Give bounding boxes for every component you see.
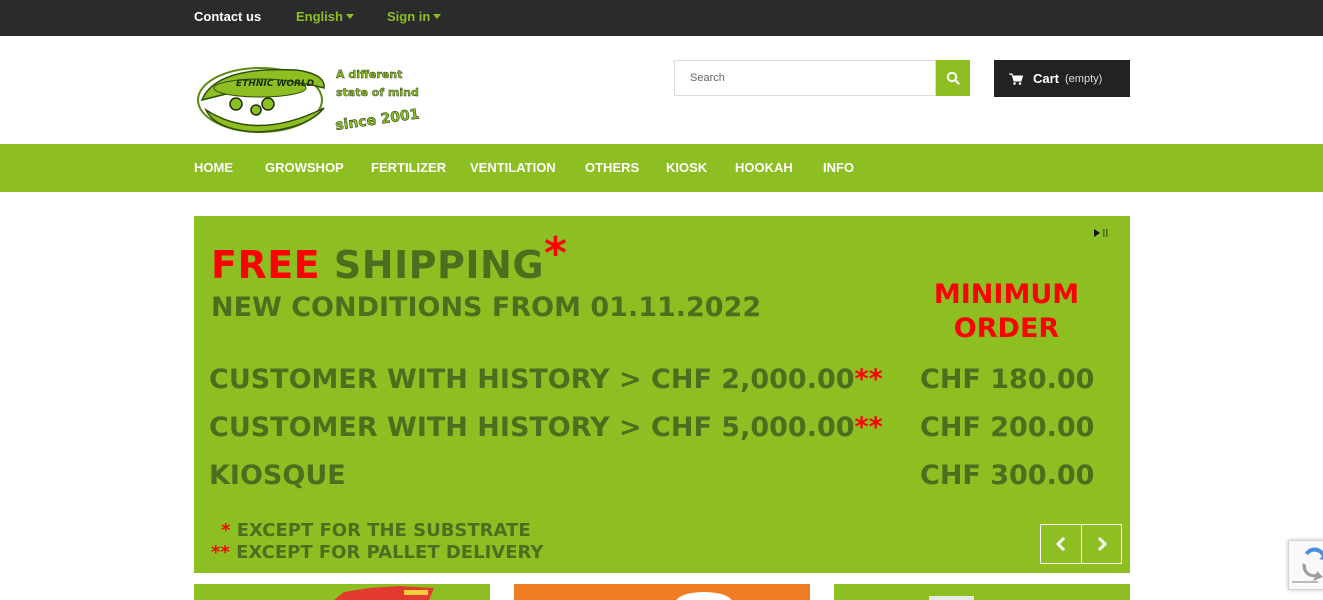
slide-shipping-text: SHIPPING bbox=[333, 243, 545, 287]
product-tile[interactable] bbox=[514, 584, 810, 600]
slide-row-2: CUSTOMER WITH HISTORY > CHF 5,000.00** bbox=[209, 412, 883, 443]
nav-item-growshop[interactable]: GROWSHOP bbox=[265, 144, 344, 192]
recaptcha-badge[interactable] bbox=[1288, 540, 1323, 590]
slide-row-price: CHF 180.00 bbox=[920, 364, 1095, 395]
slide-row-mark: ** bbox=[854, 364, 883, 395]
logo-brand-text: ETHNIC WORLD bbox=[236, 79, 315, 89]
nav-item-others[interactable]: OTHERS bbox=[585, 144, 639, 192]
site-logo[interactable]: ETHNIC WORLD A different state of mind s… bbox=[196, 60, 436, 140]
product-image bbox=[676, 592, 732, 600]
recaptcha-icon bbox=[1292, 547, 1323, 583]
slide-row-price: CHF 200.00 bbox=[920, 412, 1095, 443]
footnote-text: EXCEPT FOR PALLET DELIVERY bbox=[236, 542, 544, 563]
minimum-line-1: MINIMUM bbox=[933, 279, 1080, 310]
nav-item-home[interactable]: HOME bbox=[194, 144, 233, 192]
search-bar bbox=[674, 60, 970, 96]
minimum-line-2: ORDER bbox=[953, 313, 1060, 344]
slide-headline-asterisk: * bbox=[544, 228, 568, 279]
product-tile[interactable] bbox=[194, 584, 490, 600]
product-image bbox=[929, 596, 974, 600]
search-icon bbox=[946, 71, 960, 85]
contact-us-link[interactable]: Contact us bbox=[194, 0, 261, 36]
nav-item-kiosk[interactable]: KIOSK bbox=[666, 144, 707, 192]
slide-headline: FREE SHIPPING* bbox=[211, 228, 568, 289]
search-input[interactable] bbox=[674, 60, 936, 96]
logo-tagline-1: A different bbox=[336, 68, 402, 81]
slide-free-text: FREE bbox=[211, 243, 321, 287]
main-nav: HOME GROWSHOP FERTILIZER VENTILATION OTH… bbox=[0, 144, 1323, 192]
chevron-right-icon bbox=[1097, 536, 1107, 552]
top-bar: Contact us English Sign in bbox=[0, 0, 1323, 36]
slider-next-button[interactable] bbox=[1081, 525, 1121, 563]
language-label: English bbox=[296, 9, 343, 24]
logo-tagline-2: state of mind bbox=[336, 86, 419, 99]
cart-status: (empty) bbox=[1065, 72, 1103, 85]
slide-row-label: CUSTOMER WITH HISTORY > CHF 2,000.00 bbox=[209, 364, 855, 395]
sign-in-dropdown[interactable]: Sign in bbox=[387, 0, 442, 36]
slide-row-label: KIOSQUE bbox=[209, 460, 346, 491]
cart-icon bbox=[1009, 73, 1023, 85]
caret-down-icon bbox=[345, 14, 354, 19]
caret-down-icon bbox=[433, 14, 442, 19]
product-tile[interactable] bbox=[834, 584, 1130, 600]
footnote-mark: * bbox=[221, 520, 231, 541]
cart-label: Cart bbox=[1033, 71, 1060, 86]
hero-slider[interactable]: FREE SHIPPING* NEW CONDITIONS FROM 01.11… bbox=[194, 216, 1130, 573]
product-image bbox=[334, 586, 434, 600]
play-pause-icon[interactable] bbox=[1093, 227, 1109, 239]
footnote-mark: ** bbox=[211, 542, 230, 563]
slide-conditions: NEW CONDITIONS FROM 01.11.2022 bbox=[211, 292, 762, 323]
slide-row-mark: ** bbox=[854, 412, 883, 443]
slide-minimum-order-heading: MINIMUM ORDER bbox=[914, 278, 1099, 346]
footnote-text: EXCEPT FOR THE SUBSTRATE bbox=[236, 520, 531, 541]
slide-row-3: KIOSQUE bbox=[209, 460, 346, 491]
nav-item-hookah[interactable]: HOOKAH bbox=[735, 144, 793, 192]
slide-footnote-2: ** EXCEPT FOR PALLET DELIVERY bbox=[211, 542, 543, 563]
slider-prev-button[interactable] bbox=[1041, 525, 1081, 563]
language-selector[interactable]: English bbox=[296, 0, 354, 36]
chevron-left-icon bbox=[1055, 536, 1066, 552]
slide-row-1: CUSTOMER WITH HISTORY > CHF 2,000.00** bbox=[209, 364, 883, 395]
slide-footnote-1: * EXCEPT FOR THE SUBSTRATE bbox=[221, 520, 531, 541]
slide-row-price: CHF 300.00 bbox=[920, 460, 1095, 491]
slide-row-label: CUSTOMER WITH HISTORY > CHF 5,000.00 bbox=[209, 412, 855, 443]
nav-item-fertilizer[interactable]: FERTILIZER bbox=[371, 144, 446, 192]
logo-since-text: since 2001 bbox=[334, 106, 420, 134]
nav-item-ventilation[interactable]: VENTILATION bbox=[470, 144, 556, 192]
sign-in-label: Sign in bbox=[387, 9, 431, 24]
cart-button[interactable]: Cart (empty) bbox=[994, 60, 1130, 97]
logo-graphic: ETHNIC WORLD A different state of mind s… bbox=[197, 67, 421, 134]
search-button[interactable] bbox=[936, 60, 970, 96]
nav-item-info[interactable]: INFO bbox=[823, 144, 854, 192]
slider-arrows bbox=[1040, 524, 1122, 564]
